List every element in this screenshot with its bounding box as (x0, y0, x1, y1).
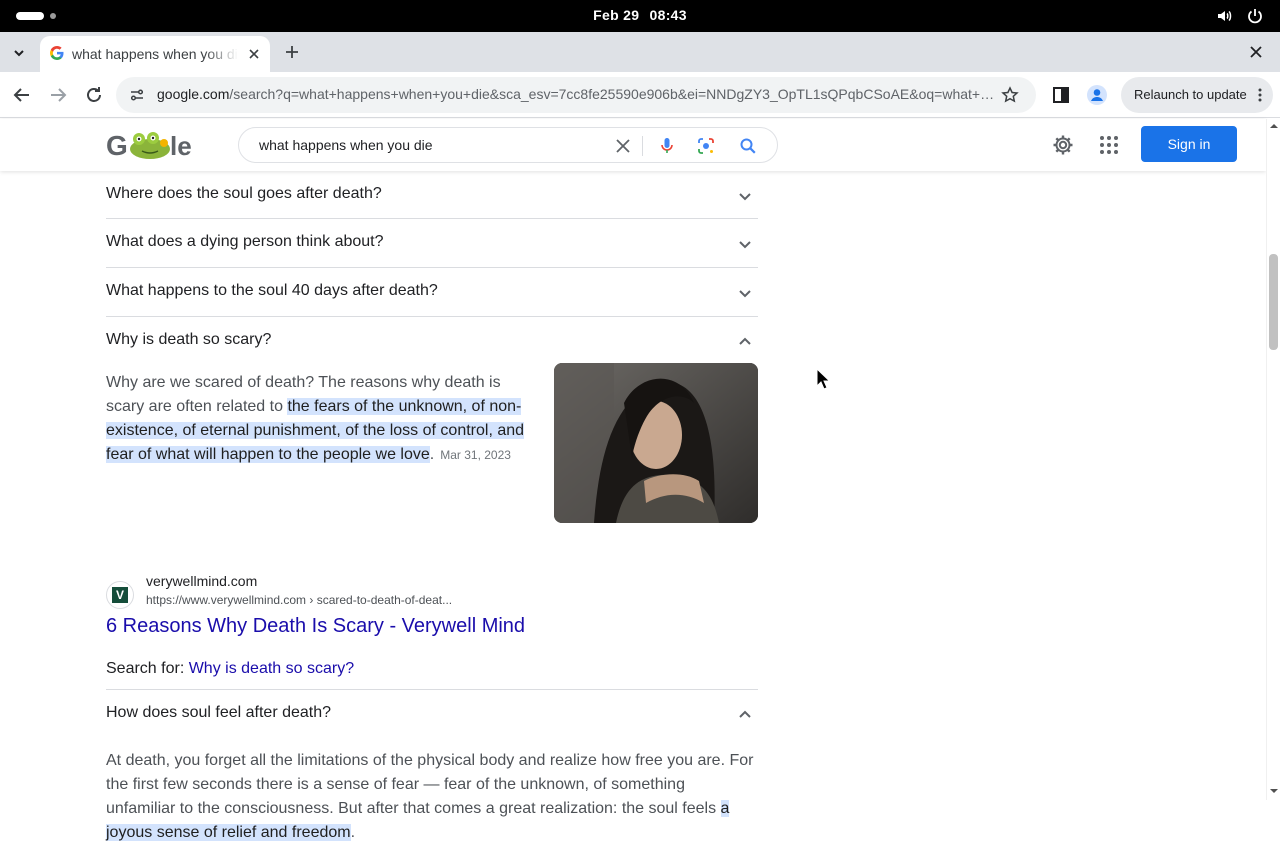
source-url[interactable]: https://www.verywellmind.com › scared-to… (146, 593, 452, 607)
answer-thumbnail-image[interactable] (554, 363, 758, 523)
side-panel-icon[interactable] (1049, 83, 1073, 107)
svg-text:le: le (170, 131, 192, 161)
faq-question-row[interactable]: Where does the soul goes after death? (106, 171, 758, 219)
answer-text-end: . (350, 824, 356, 841)
browser-toolbar: google.com/search?q=what+happens+when+yo… (0, 72, 1280, 118)
woman-portrait-image (554, 363, 758, 523)
tab-strip: what happens when you die - Google Searc… (0, 32, 1280, 72)
clear-search-icon[interactable] (613, 136, 633, 156)
tab-title: what happens when you die - Google Searc… (72, 46, 238, 62)
os-date: Feb 29 (593, 7, 640, 23)
more-vert-icon (1258, 88, 1262, 102)
chevron-down-icon (739, 193, 751, 201)
profile-avatar-icon[interactable] (1085, 83, 1109, 107)
faq-question: How does soul feel after death? (106, 704, 332, 721)
browser-tab[interactable]: what happens when you die - Google Searc… (40, 36, 270, 72)
page-scrollbar[interactable] (1266, 119, 1280, 800)
google-favicon-icon (50, 46, 64, 60)
chevron-down-icon (739, 290, 751, 298)
answer-text-plain: At death, you forget all the limitations… (106, 752, 754, 817)
os-time: 08:43 (649, 7, 687, 23)
answer-snippet: At death, you forget all the limitations… (106, 749, 758, 845)
voice-search-mic-icon[interactable] (657, 136, 677, 156)
chevron-up-icon (739, 337, 751, 345)
power-icon[interactable] (1246, 7, 1264, 25)
chevron-up-icon (739, 710, 751, 718)
faq-answer: Why are we scared of death? The reasons … (106, 363, 758, 573)
url-host: google.com (157, 86, 230, 102)
faq-question: What happens to the soul 40 days after d… (106, 282, 438, 299)
relaunch-to-update-button[interactable]: Relaunch to update (1121, 77, 1273, 113)
people-also-ask-section: Where does the soul goes after death? Wh… (106, 171, 758, 841)
search-query-input[interactable]: what happens when you die (259, 137, 433, 153)
google-apps-grid-icon[interactable] (1097, 133, 1121, 157)
search-magnifier-icon[interactable] (738, 136, 758, 156)
faq-question-row[interactable]: What happens to the soul 40 days after d… (106, 268, 758, 317)
faq-question: Where does the soul goes after death? (106, 185, 382, 202)
window-close-icon[interactable] (1248, 44, 1264, 60)
os-clock[interactable]: Feb 29 08:43 (0, 7, 1280, 23)
search-box[interactable]: what happens when you die (238, 127, 778, 163)
svg-text:G: G (106, 130, 128, 161)
source-favicon[interactable]: V (106, 581, 134, 609)
faq-question: What does a dying person think about? (106, 233, 384, 250)
faq-question-row[interactable]: What does a dying person think about? (106, 219, 758, 268)
faq-question-row-expanded[interactable]: Why is death so scary? (106, 317, 758, 363)
faq-question: Why is death so scary? (106, 331, 272, 348)
sign-in-button[interactable]: Sign in (1141, 126, 1237, 162)
forward-arrow-icon[interactable] (46, 83, 70, 107)
chevron-down-icon (739, 241, 751, 249)
answer-date: Mar 31, 2023 (440, 448, 511, 462)
site-info-tune-icon[interactable] (128, 86, 146, 104)
search-for-text: Search for: Why is death so scary? (106, 660, 354, 678)
relaunch-label: Relaunch to update (1134, 87, 1247, 102)
bookmark-star-icon[interactable] (1001, 86, 1019, 104)
tab-search-chevron-icon[interactable] (8, 42, 30, 64)
search-for-row: Search for: Why is death so scary? (106, 635, 758, 690)
new-tab-plus-icon[interactable] (282, 42, 302, 62)
scrollbar-thumb[interactable] (1269, 254, 1278, 350)
scroll-up-arrow-icon[interactable] (1270, 122, 1278, 130)
verywellmind-logo-icon: V (112, 587, 128, 603)
google-doodle-logo[interactable]: G le (106, 127, 198, 163)
back-arrow-icon[interactable] (10, 83, 34, 107)
search-for-link[interactable]: Why is death so scary? (189, 660, 354, 677)
faq-question-row-expanded[interactable]: How does soul feel after death? (106, 690, 758, 737)
address-bar[interactable]: google.com/search?q=what+happens+when+yo… (116, 77, 1036, 113)
source-site-name[interactable]: verywellmind.com (146, 573, 257, 589)
tab-close-icon[interactable] (246, 46, 262, 62)
search-divider (642, 136, 643, 156)
volume-icon[interactable] (1216, 7, 1234, 25)
settings-gear-icon[interactable] (1051, 133, 1075, 157)
answer-snippet: Why are we scared of death? The reasons … (106, 371, 536, 467)
scroll-down-arrow-icon[interactable] (1270, 787, 1278, 795)
source-attribution: V verywellmind.com https://www.verywellm… (106, 573, 758, 637)
url-path: /search?q=what+happens+when+you+die&sca_… (229, 86, 997, 102)
reload-icon[interactable] (82, 83, 106, 107)
answer-text-end: . (429, 446, 435, 463)
search-for-label: Search for: (106, 660, 189, 677)
os-top-bar: Feb 29 08:43 (0, 0, 1280, 32)
lens-camera-icon[interactable] (696, 136, 716, 156)
url-text: google.com/search?q=what+happens+when+yo… (157, 86, 997, 102)
mouse-pointer-icon (816, 368, 830, 390)
google-search-header: G le what happens when you die Sign in (0, 119, 1266, 171)
